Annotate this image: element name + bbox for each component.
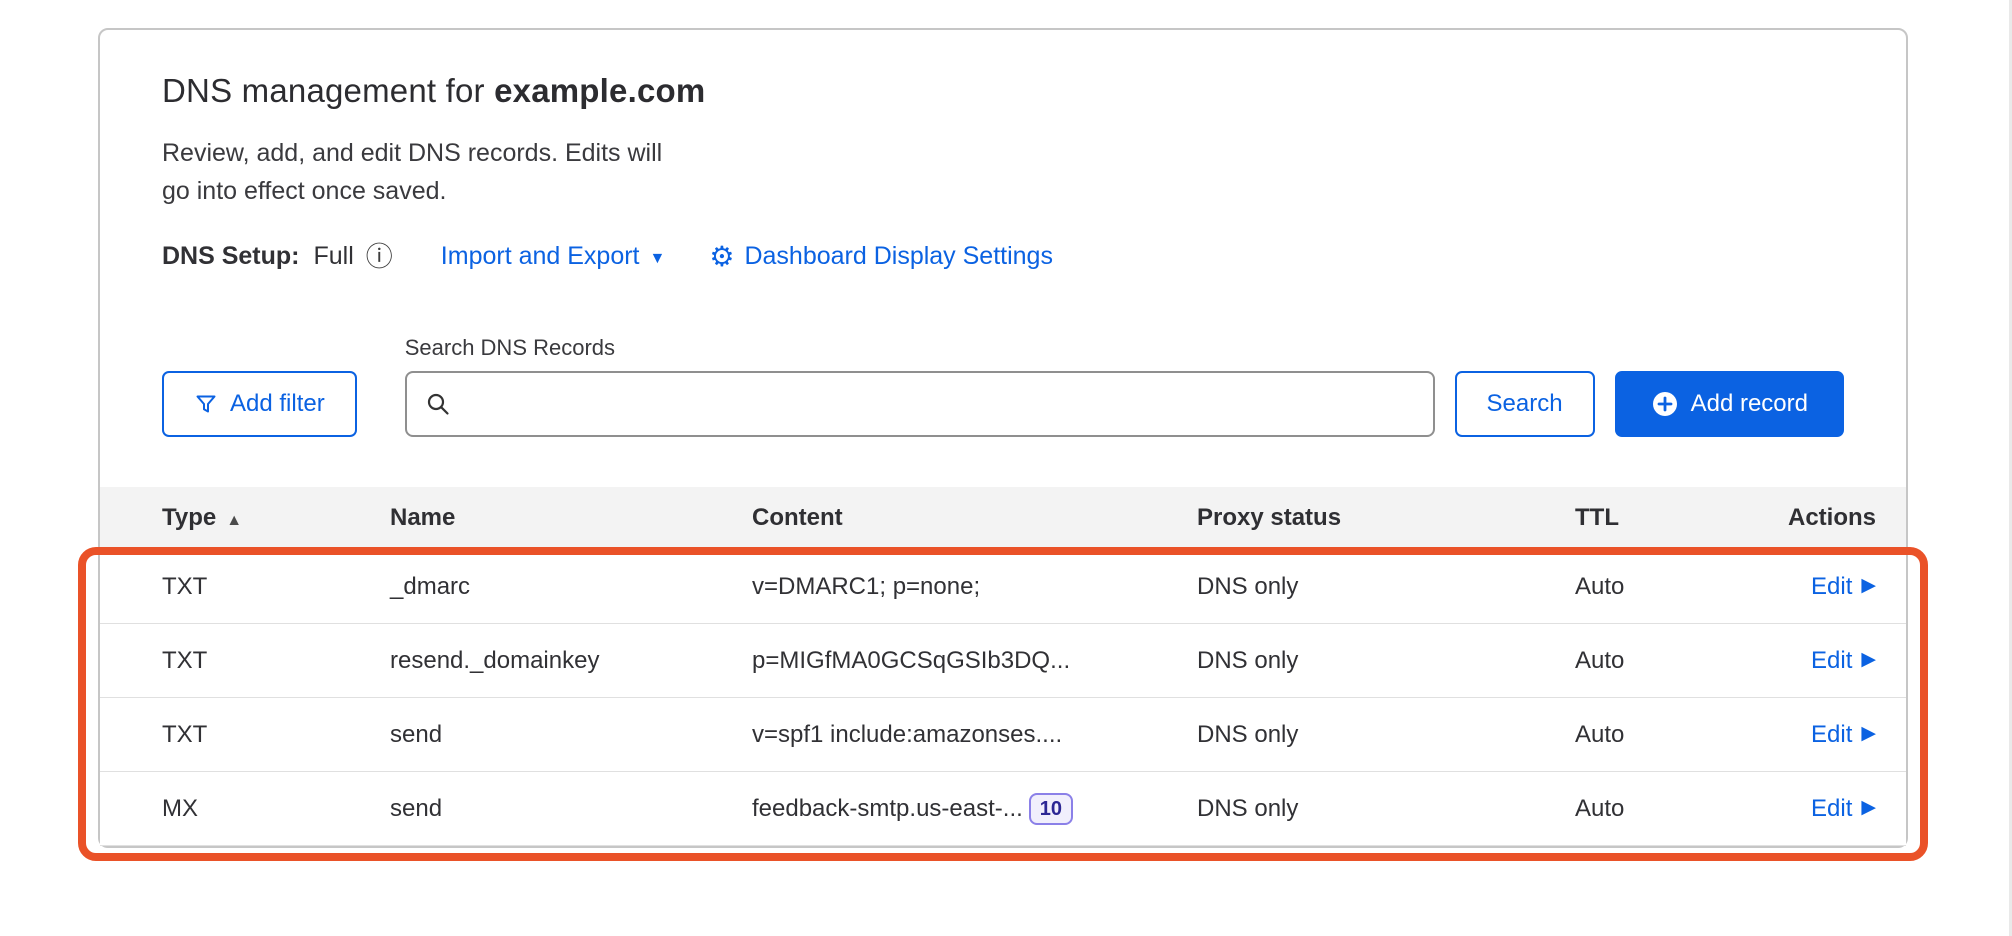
dns-setup-row: DNS Setup: Full ⓘ Import and Export ▼ ⚙ … xyxy=(162,242,1844,271)
column-header-type[interactable]: Type▲ xyxy=(162,504,390,532)
gear-icon: ⚙ xyxy=(709,243,734,271)
add-record-button[interactable]: Add record xyxy=(1615,371,1844,437)
edit-label: Edit xyxy=(1811,721,1852,749)
page-title-domain: example.com xyxy=(494,72,705,109)
search-input[interactable] xyxy=(463,373,1415,435)
column-header-proxy-status[interactable]: Proxy status xyxy=(1197,504,1575,532)
table-row: MX send feedback-smtp.us-east-...10 DNS … xyxy=(100,772,1906,846)
cell-type: TXT xyxy=(162,721,390,749)
import-export-label: Import and Export xyxy=(441,242,640,271)
edit-record-button[interactable]: Edit ▶ xyxy=(1811,647,1876,675)
edit-arrow-icon: ▶ xyxy=(1861,648,1876,671)
dns-records-table: Type▲ Name Content Proxy status TTL Acti… xyxy=(100,487,1906,846)
search-toolbar: Add filter Search DNS Records Search xyxy=(162,335,1844,437)
edit-record-button[interactable]: Edit ▶ xyxy=(1811,721,1876,749)
search-label: Search DNS Records xyxy=(405,335,1435,361)
cell-content: feedback-smtp.us-east-...10 xyxy=(752,793,1197,825)
edit-record-button[interactable]: Edit ▶ xyxy=(1811,573,1876,601)
cell-name: _dmarc xyxy=(390,573,752,601)
edit-label: Edit xyxy=(1811,647,1852,675)
cell-name: resend._domainkey xyxy=(390,647,752,675)
cell-type: TXT xyxy=(162,647,390,675)
edit-record-button[interactable]: Edit ▶ xyxy=(1811,795,1876,823)
add-filter-button[interactable]: Add filter xyxy=(162,371,357,437)
cell-ttl: Auto xyxy=(1575,795,1765,823)
search-button-label: Search xyxy=(1487,390,1563,418)
dashboard-display-settings-link[interactable]: ⚙ Dashboard Display Settings xyxy=(709,242,1053,271)
cell-proxy-status: DNS only xyxy=(1197,573,1575,601)
search-box[interactable] xyxy=(405,371,1435,437)
page-subtitle-line1: Review, add, and edit DNS records. Edits… xyxy=(162,134,1844,172)
column-header-name[interactable]: Name xyxy=(390,504,752,532)
column-header-ttl[interactable]: TTL xyxy=(1575,504,1765,532)
column-header-actions: Actions xyxy=(1765,504,1876,532)
cell-type: MX xyxy=(162,795,390,823)
table-header-row: Type▲ Name Content Proxy status TTL Acti… xyxy=(100,487,1906,550)
table-row: TXT _dmarc v=DMARC1; p=none; DNS only Au… xyxy=(100,550,1906,624)
page-subtitle: Review, add, and edit DNS records. Edits… xyxy=(162,134,1844,210)
dns-setup-value: Full xyxy=(314,242,354,271)
cell-content-text: feedback-smtp.us-east-... xyxy=(752,795,1023,823)
filter-funnel-icon xyxy=(194,392,218,416)
table-row: TXT resend._domainkey p=MIGfMA0GCSqGSIb3… xyxy=(100,624,1906,698)
search-group: Search DNS Records xyxy=(405,335,1435,437)
page-title: DNS management for example.com xyxy=(162,72,1844,110)
cell-proxy-status: DNS only xyxy=(1197,795,1575,823)
edit-label: Edit xyxy=(1811,795,1852,823)
page-title-prefix: DNS management for xyxy=(162,72,494,109)
cell-name: send xyxy=(390,795,752,823)
cell-content: p=MIGfMA0GCSqGSIb3DQ... xyxy=(752,647,1197,675)
cell-proxy-status: DNS only xyxy=(1197,721,1575,749)
cell-proxy-status: DNS only xyxy=(1197,647,1575,675)
edit-arrow-icon: ▶ xyxy=(1861,574,1876,597)
cell-ttl: Auto xyxy=(1575,647,1765,675)
table-body: TXT _dmarc v=DMARC1; p=none; DNS only Au… xyxy=(100,550,1906,846)
cell-ttl: Auto xyxy=(1575,573,1765,601)
column-header-content[interactable]: Content xyxy=(752,504,1197,532)
info-icon[interactable]: ⓘ xyxy=(366,244,393,271)
cell-type: TXT xyxy=(162,573,390,601)
search-button[interactable]: Search xyxy=(1455,371,1595,437)
dns-management-card: DNS management for example.com Review, a… xyxy=(98,28,1908,848)
cell-ttl: Auto xyxy=(1575,721,1765,749)
cell-content: v=DMARC1; p=none; xyxy=(752,573,1197,601)
dns-setup-label: DNS Setup: xyxy=(162,242,300,271)
dashboard-display-settings-label: Dashboard Display Settings xyxy=(744,242,1053,271)
plus-circle-icon xyxy=(1651,390,1679,418)
sort-ascending-icon[interactable]: ▲ xyxy=(226,512,242,529)
edit-arrow-icon: ▶ xyxy=(1861,722,1876,745)
chevron-down-icon: ▼ xyxy=(650,250,666,268)
add-record-label: Add record xyxy=(1691,390,1808,418)
page-subtitle-line2: go into effect once saved. xyxy=(162,172,1844,210)
add-filter-label: Add filter xyxy=(230,390,325,418)
cell-content: v=spf1 include:amazonses.... xyxy=(752,721,1197,749)
table-row: TXT send v=spf1 include:amazonses.... DN… xyxy=(100,698,1906,772)
search-icon xyxy=(425,391,451,417)
edit-arrow-icon: ▶ xyxy=(1861,796,1876,819)
mx-priority-badge: 10 xyxy=(1029,793,1073,825)
import-export-link[interactable]: Import and Export ▼ xyxy=(441,242,666,271)
edit-label: Edit xyxy=(1811,573,1852,601)
cell-name: send xyxy=(390,721,752,749)
